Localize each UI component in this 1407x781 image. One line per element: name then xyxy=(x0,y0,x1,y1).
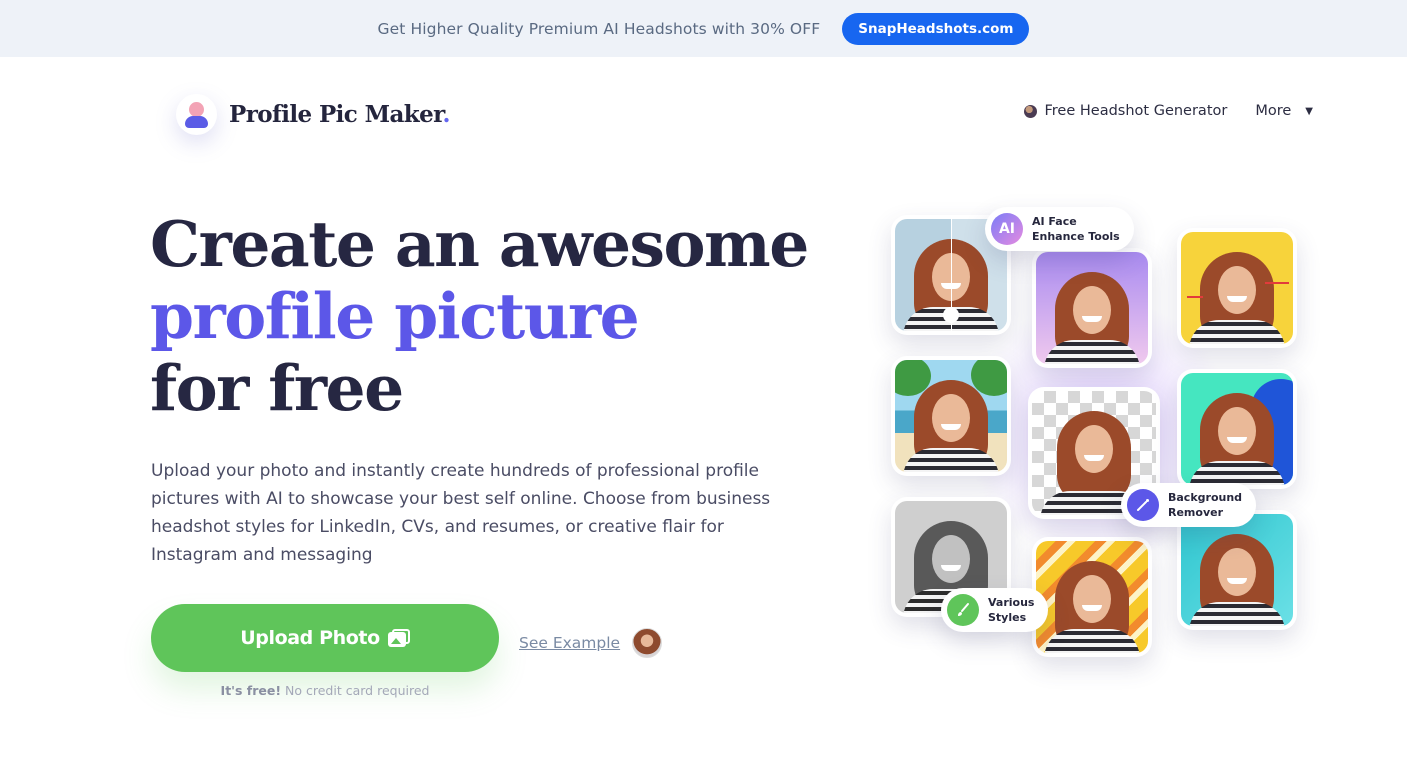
badge-various-styles: Various Styles xyxy=(941,588,1049,632)
collage-photo-purple xyxy=(1032,248,1152,368)
free-note: It's free! No credit card required xyxy=(220,683,430,698)
brush-icon xyxy=(947,594,979,626)
image-icon xyxy=(387,629,410,647)
collage-photo-beach xyxy=(891,356,1011,476)
example-avatar[interactable] xyxy=(632,628,663,658)
upload-photo-label: Upload Photo xyxy=(240,627,380,649)
hero-title-line3: for free xyxy=(150,351,404,425)
promo-bar: Get Higher Quality Premium AI Headshots … xyxy=(0,0,1407,57)
person-logo-icon xyxy=(176,94,217,135)
hero-description: Upload your photo and instantly create h… xyxy=(151,461,771,565)
badge-background-remover: Background Remover xyxy=(1121,483,1257,527)
promo-text: Get Higher Quality Premium AI Headshots … xyxy=(377,19,821,38)
logo-text: Profile Pic Maker. xyxy=(229,101,451,128)
upload-photo-button[interactable]: Upload Photo xyxy=(151,604,499,672)
caret-down-icon: ▼ xyxy=(1305,105,1313,117)
logo[interactable]: Profile Pic Maker. xyxy=(176,94,451,135)
collage-photo-cyan xyxy=(1177,510,1297,630)
nav-more-dropdown[interactable]: More ▼ xyxy=(1255,103,1313,119)
magic-wand-icon xyxy=(1127,489,1159,521)
ai-icon: AI xyxy=(991,213,1023,245)
collage-photo-yellow xyxy=(1177,228,1297,348)
promo-button[interactable]: SnapHeadshots.com xyxy=(842,12,1030,45)
collage-photo-pattern xyxy=(1032,537,1152,657)
hero-title: Create an awesome profile picture for fr… xyxy=(150,207,809,425)
main-nav: Free Headshot Generator More ▼ xyxy=(1023,103,1313,119)
collage-photo-teal xyxy=(1177,369,1297,489)
hero-title-line1: Create an awesome xyxy=(150,207,809,281)
see-example: See Example xyxy=(519,628,663,658)
nav-free-headshot-generator[interactable]: Free Headshot Generator xyxy=(1023,103,1228,119)
nav-headshot-label: Free Headshot Generator xyxy=(1044,103,1228,119)
nav-more-label: More xyxy=(1255,103,1292,119)
hero-title-line2: profile picture xyxy=(150,279,640,353)
badge-ai-face-enhance: AI AI Face Enhance Tools xyxy=(985,207,1134,251)
avatar-emoji-icon xyxy=(1023,104,1037,118)
see-example-link[interactable]: See Example xyxy=(519,634,620,652)
